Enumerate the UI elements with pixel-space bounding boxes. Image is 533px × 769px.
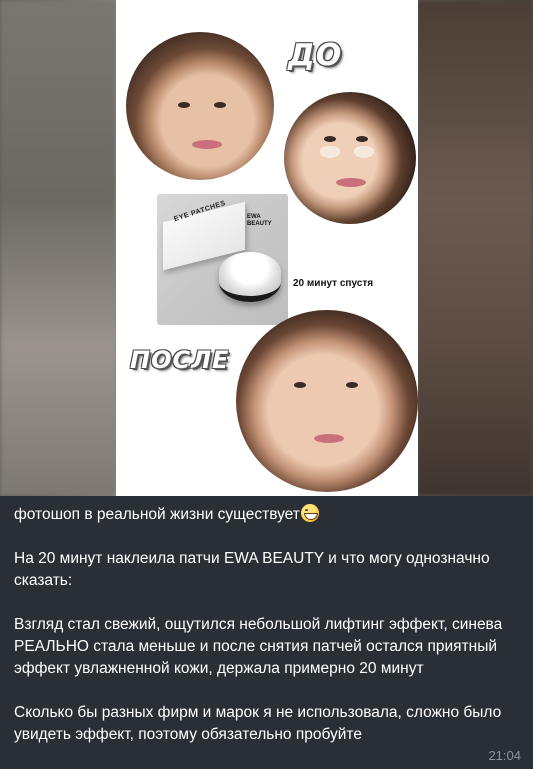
message-line-1-text: фотошоп в реальной жизни существует bbox=[14, 506, 300, 523]
eye bbox=[178, 102, 190, 108]
eye-patch bbox=[354, 146, 374, 158]
message-time: 21:04 bbox=[488, 748, 521, 763]
face-after-photo bbox=[236, 310, 418, 492]
product-photo: EYE PATCHES EWA BEAUTY bbox=[157, 194, 288, 325]
message-paragraph-2: На 20 минут наклеила патчи EWA BEAUTY и … bbox=[14, 550, 490, 589]
label-after: ПОСЛЕ bbox=[130, 346, 230, 374]
label-minutes-later: 20 минут спустя bbox=[293, 278, 374, 289]
product-jar bbox=[219, 252, 281, 302]
before-after-poster: ДО EYE PATCHES EWA BEAUTY 20 минут спуст… bbox=[116, 0, 418, 496]
label-before: ДО bbox=[288, 38, 343, 73]
eye-patch bbox=[320, 146, 340, 158]
eye bbox=[346, 382, 358, 388]
lips bbox=[314, 434, 344, 443]
lips bbox=[336, 178, 366, 187]
message-photo[interactable]: ДО EYE PATCHES EWA BEAUTY 20 минут спуст… bbox=[0, 0, 533, 496]
grinning-face-emoji-icon bbox=[300, 504, 319, 522]
eye bbox=[324, 136, 336, 142]
message-paragraph-3: Взгляд стал свежий, ощутился небольшой л… bbox=[14, 616, 503, 677]
message-bubble[interactable]: фотошоп в реальной жизни существует На 2… bbox=[0, 496, 533, 769]
message-line-1: фотошоп в реальной жизни существует bbox=[14, 504, 519, 526]
face-patches-photo bbox=[284, 92, 416, 224]
photo-blur-left bbox=[0, 0, 116, 496]
lips bbox=[192, 140, 222, 149]
face-before-photo bbox=[126, 32, 274, 180]
photo-blur-right bbox=[417, 0, 533, 496]
message-paragraph-4: Сколько бы разных фирм и марок я не испо… bbox=[14, 704, 502, 743]
product-jar-text: EWA BEAUTY bbox=[247, 214, 272, 227]
eye bbox=[356, 136, 368, 142]
eye bbox=[214, 102, 226, 108]
message-text: фотошоп в реальной жизни существует На 2… bbox=[14, 504, 519, 746]
eye bbox=[294, 382, 306, 388]
